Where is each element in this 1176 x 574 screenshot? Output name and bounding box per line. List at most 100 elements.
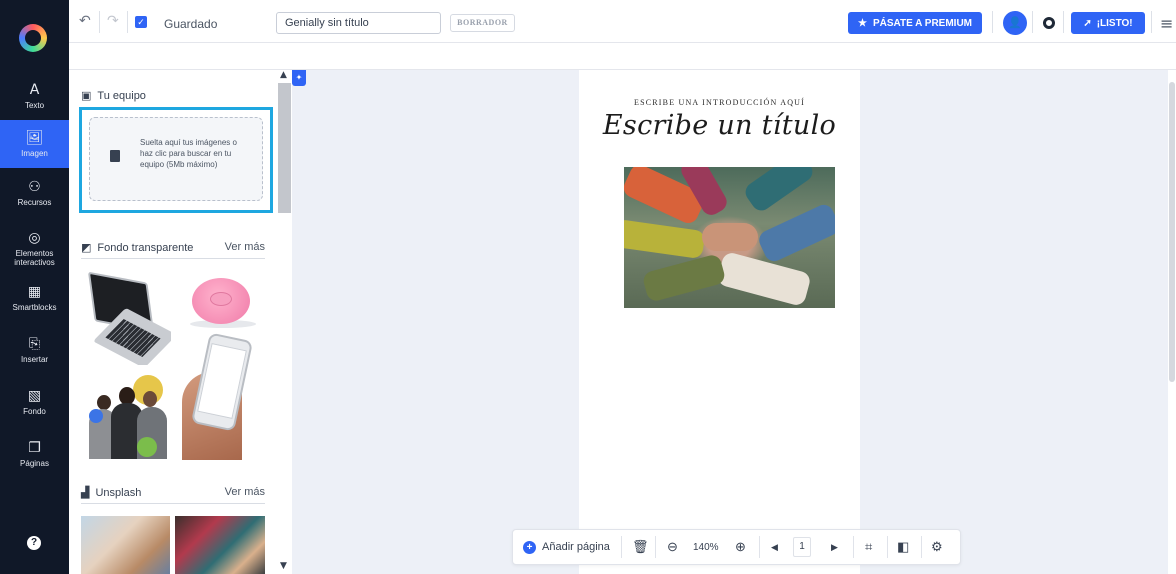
people-group-image[interactable] <box>81 375 171 459</box>
add-page-label: Añadir página <box>542 541 610 553</box>
canvas-scrollbar-thumb[interactable] <box>1169 82 1175 382</box>
unsplash-icon: ▟ <box>81 486 90 499</box>
draft-badge: BORRADOR <box>450 14 515 32</box>
settings-icon[interactable]: ⚙ <box>931 530 943 564</box>
zoom-in-icon[interactable]: ⊕ <box>735 530 746 564</box>
top-bar: ↶ ↷ ✓ Guardado BORRADOR ★ PÁSATE A PREMI… <box>69 0 1176 43</box>
computer-icon: ▣ <box>81 89 92 102</box>
intro-text[interactable]: ESCRIBE UNA INTRODUCCIÓN AQUÍ <box>579 98 860 107</box>
listo-button[interactable]: ➚ ¡LISTO! <box>1071 12 1145 34</box>
divider <box>127 11 128 33</box>
phone-in-hand-image[interactable] <box>182 332 267 460</box>
rail-item-recursos[interactable]: ⚇ Recursos <box>0 169 69 217</box>
divider <box>1032 11 1033 33</box>
background-icon: ▧ <box>27 388 42 404</box>
upload-highlight: Suelta aquí tus imágenes o haz clic para… <box>79 107 273 213</box>
divider <box>655 536 656 558</box>
saved-check-icon: ✓ <box>135 16 147 28</box>
divider <box>853 536 854 558</box>
piggy-bank-image[interactable] <box>182 270 267 330</box>
slide-title[interactable]: Escribe un título <box>579 110 860 141</box>
genially-editor: A Texto 🖼 Imagen ⚇ Recursos ◎ Elementos … <box>0 0 1176 574</box>
ver-mas-link[interactable]: Ver más <box>225 486 265 498</box>
divider <box>99 11 100 33</box>
title-input[interactable] <box>276 12 441 34</box>
divider <box>1063 11 1064 33</box>
grid-icon[interactable]: ⌗ <box>865 530 872 564</box>
unsplash-heading: ▟ Unsplash <box>81 486 141 499</box>
divider <box>81 503 265 504</box>
canvas-scrollbar[interactable] <box>1168 70 1176 574</box>
scroll-up-icon[interactable]: ▲ <box>280 70 287 80</box>
bottom-toolbar: + Añadir página 🗑 ⊖ 140% ⊕ ◀ 1 ▶ ⌗ ◧ ⚙ <box>512 529 961 565</box>
preview-eye-icon[interactable] <box>1043 17 1055 29</box>
page-number-box[interactable]: 1 <box>793 530 811 564</box>
upload-dropzone[interactable]: Suelta aquí tus imágenes o haz clic para… <box>89 117 263 201</box>
next-page-icon[interactable]: ▶ <box>831 530 838 564</box>
fondo-transparente-label: Fondo transparente <box>97 241 194 254</box>
upload-instructions: Suelta aquí tus imágenes o haz clic para… <box>140 138 237 169</box>
redo-icon[interactable]: ↷ <box>107 13 119 29</box>
fondo-transparente-heading: ◩ Fondo transparente <box>81 241 193 254</box>
add-user-icon[interactable]: 👤 <box>1003 11 1027 35</box>
resources-icon: ⚇ <box>28 179 41 195</box>
smartblocks-icon: ▦ <box>27 284 42 300</box>
tu-equipo-label: Tu equipo <box>97 89 146 102</box>
unsplash-image[interactable] <box>81 516 170 574</box>
premium-button[interactable]: ★ PÁSATE A PREMIUM <box>848 12 982 34</box>
prev-page-icon[interactable]: ◀ <box>771 530 778 564</box>
ver-mas-link[interactable]: Ver más <box>225 241 265 253</box>
rail-item-paginas[interactable]: ❐ Páginas <box>0 430 69 478</box>
rail-item-texto[interactable]: A Texto <box>0 72 69 120</box>
image-panel: ▣ Tu equipo Suelta aquí tus imágenes o h… <box>69 70 277 574</box>
upload-file-icon <box>110 150 120 162</box>
divider <box>1151 11 1152 33</box>
add-page-button[interactable]: + Añadir página <box>523 530 610 564</box>
rail-item-smartblocks[interactable]: ▦ Smartblocks <box>0 274 69 322</box>
image-icon: 🖼 <box>25 130 44 146</box>
divider <box>992 11 993 33</box>
laptop-image[interactable] <box>81 270 171 365</box>
rocket-icon: ➚ <box>1083 17 1092 29</box>
star-icon: ★ <box>857 17 867 29</box>
page-number: 1 <box>793 537 811 557</box>
saved-status: Guardado <box>164 17 218 31</box>
pin-icon[interactable]: ✦ <box>292 70 306 86</box>
slide-page[interactable]: ESCRIBE UNA INTRODUCCIÓN AQUÍ Escribe un… <box>579 70 860 574</box>
rail-item-label: Páginas <box>20 459 49 468</box>
layout-icon[interactable]: ◧ <box>897 530 909 564</box>
divider <box>621 536 622 558</box>
zoom-out-icon[interactable]: ⊖ <box>667 530 678 564</box>
trash-icon[interactable]: 🗑 <box>632 530 649 564</box>
divider <box>759 536 760 558</box>
hamburger-menu-icon[interactable]: ≡ <box>1160 14 1173 33</box>
rail-item-elementos-interactivos[interactable]: ◎ Elementos interactivos <box>0 222 69 274</box>
rail-item-insertar[interactable]: ⎘ Insertar <box>0 326 69 374</box>
tu-equipo-heading: ▣ Tu equipo <box>81 89 146 102</box>
help-icon[interactable]: ? <box>27 536 41 550</box>
scroll-down-icon[interactable]: ▼ <box>280 561 287 571</box>
pages-icon: ❐ <box>28 440 41 456</box>
unsplash-image[interactable] <box>175 516 265 574</box>
hands-together-photo[interactable] <box>624 167 835 308</box>
canvas-area: ESCRIBE UNA INTRODUCCIÓN AQUÍ Escribe un… <box>292 70 1176 574</box>
rail-item-imagen[interactable]: 🖼 Imagen <box>0 120 69 168</box>
rail-item-label: Elementos interactivos <box>14 248 55 267</box>
undo-icon[interactable]: ↶ <box>79 13 91 29</box>
zoom-level: 140% <box>693 541 719 553</box>
plus-icon: + <box>523 540 536 554</box>
interactive-icon: ◎ <box>28 229 41 246</box>
transparent-bg-icon: ◩ <box>81 241 92 254</box>
secondary-toolbar <box>69 43 1176 70</box>
listo-label: ¡LISTO! <box>1096 17 1133 29</box>
premium-label: PÁSATE A PREMIUM <box>872 17 973 29</box>
panel-scrollbar-thumb[interactable] <box>278 83 291 213</box>
rail-item-fondo[interactable]: ▧ Fondo <box>0 378 69 426</box>
rail-item-label: Insertar <box>20 355 49 364</box>
divider <box>887 536 888 558</box>
divider <box>921 536 922 558</box>
rail-item-label: Smartblocks <box>12 303 57 312</box>
genially-logo[interactable] <box>19 24 47 52</box>
rail-item-label: Fondo <box>23 407 46 416</box>
rail-item-label: Recursos <box>17 198 52 207</box>
